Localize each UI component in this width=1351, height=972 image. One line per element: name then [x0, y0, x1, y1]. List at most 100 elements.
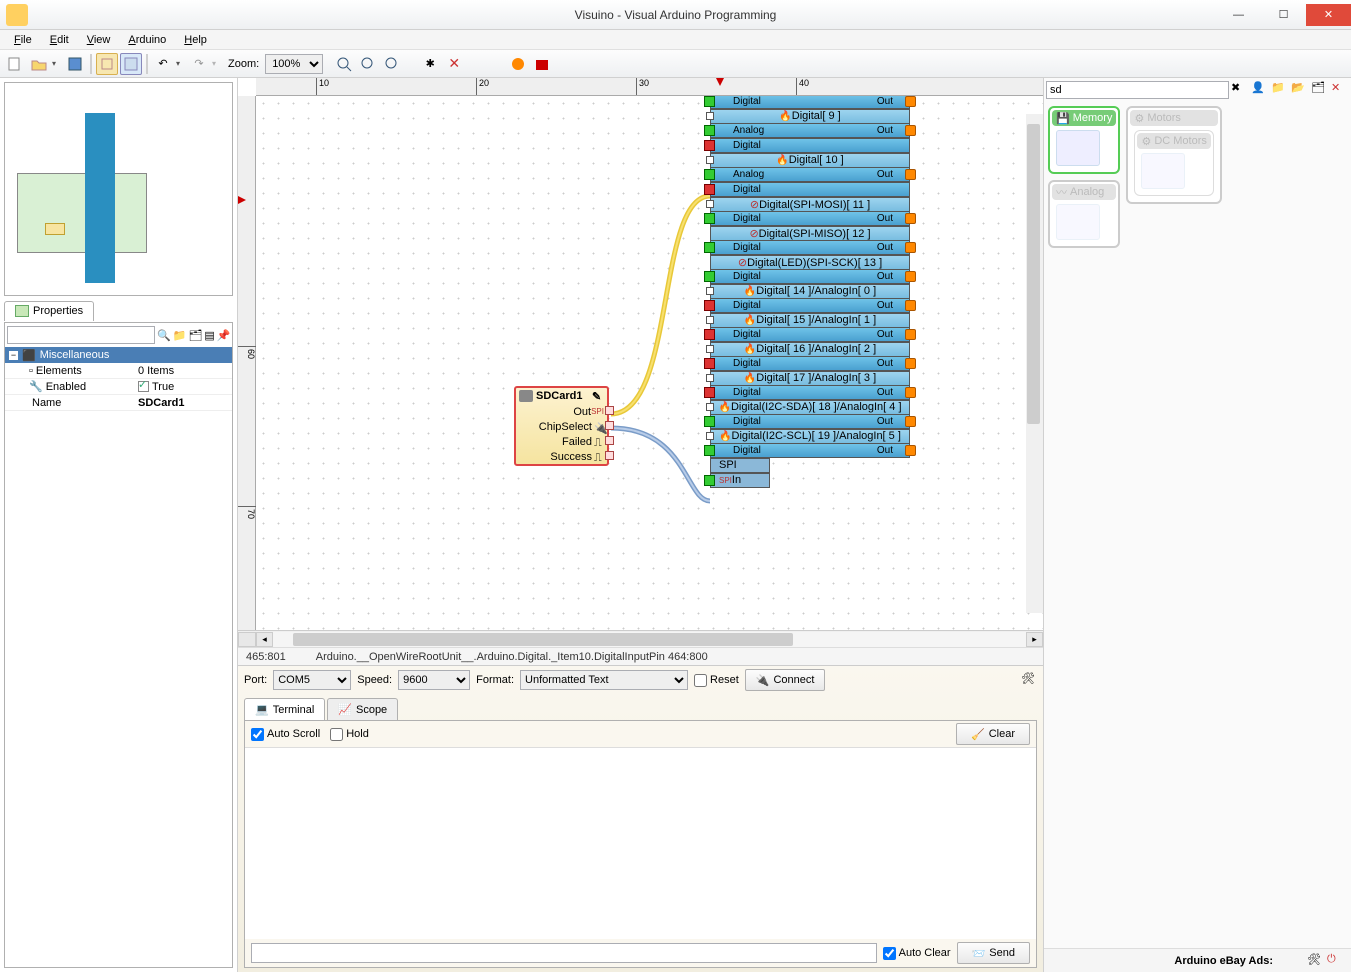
zoom-sel-button[interactable] — [381, 53, 403, 75]
undo-dropdown[interactable]: ▾ — [176, 59, 186, 68]
maximize-button[interactable]: ☐ — [1261, 4, 1306, 26]
upload-button[interactable] — [531, 53, 553, 75]
palette-filter-icon[interactable]: 👤 — [1251, 81, 1269, 99]
terminal-tab[interactable]: 💻Terminal — [244, 698, 325, 720]
target-button[interactable]: ✱ — [419, 53, 441, 75]
zoom-in-button[interactable] — [357, 53, 379, 75]
zoom-label: Zoom: — [228, 58, 259, 70]
ruler-horizontal: 10 20 30 40 — [256, 78, 1043, 96]
serial-tools-icon[interactable]: 🛠 — [1021, 672, 1037, 688]
format-select[interactable]: Unformatted Text — [520, 670, 688, 690]
titlebar: Visuino - Visual Arduino Programming — ☐… — [0, 0, 1351, 30]
sdcard-icon — [519, 390, 533, 402]
status-path: Arduino.__OpenWireRootUnit__.Arduino.Dig… — [316, 651, 708, 663]
palette-item-dcmotor[interactable] — [1141, 153, 1185, 189]
menu-edit[interactable]: Edit — [42, 32, 77, 48]
redo-dropdown[interactable]: ▾ — [212, 59, 222, 68]
palette-cat-analog[interactable]: 〰Analog — [1048, 180, 1120, 248]
overview-panel[interactable] — [4, 82, 233, 296]
palette-fold2-icon[interactable]: 📂 — [1291, 81, 1309, 99]
palette-cat-motors[interactable]: ⚙Motors ⚙DC Motors — [1126, 106, 1221, 204]
menu-arduino[interactable]: Arduino — [120, 32, 174, 48]
ads-power-icon[interactable]: ⏻ — [1327, 953, 1343, 969]
delete-button[interactable]: ✕ — [443, 53, 465, 75]
compile-button[interactable] — [507, 53, 529, 75]
palette-clear-icon[interactable]: ✖ — [1231, 81, 1249, 99]
terminal-output[interactable] — [245, 747, 1036, 939]
undo-button[interactable]: ↶ — [152, 53, 174, 75]
palette-item-analog[interactable] — [1056, 204, 1100, 240]
pan-button[interactable] — [96, 53, 118, 75]
close-button[interactable]: ✕ — [1306, 4, 1351, 26]
prop-row-elements[interactable]: ▫Elements 0 Items — [5, 363, 232, 379]
port-select[interactable]: COM5 — [273, 670, 351, 690]
properties-filter-input[interactable] — [7, 326, 155, 344]
minimize-button[interactable]: — — [1216, 4, 1261, 26]
port-label: Port: — [244, 674, 267, 686]
menubar: FFileile Edit View Arduino Help — [0, 30, 1351, 50]
palette-search-input[interactable] — [1046, 81, 1229, 99]
grid-button[interactable] — [120, 53, 142, 75]
sdcard-failed-pin[interactable] — [605, 436, 614, 445]
status-bar: 465:801 Arduino.__OpenWireRootUnit__.Ard… — [238, 647, 1043, 665]
send-input[interactable] — [251, 943, 877, 963]
edit-icon[interactable]: ✎ — [592, 390, 604, 402]
open-dropdown[interactable]: ▾ — [52, 59, 62, 68]
prop-row-name[interactable]: Name SDCard1 — [5, 395, 232, 411]
hold-checkbox[interactable]: Hold — [330, 728, 369, 741]
menu-file[interactable]: FFileile — [6, 32, 40, 48]
ads-label: Arduino eBay Ads: — [1174, 955, 1273, 967]
sdcard-out-pin[interactable] — [605, 406, 614, 415]
palette-panel: ✖ 👤 📁 📂 🗂 ✕ 💾Memory 〰Analog ⚙Motors — [1043, 78, 1351, 972]
prop-sort-icon[interactable]: 🗂 — [188, 326, 202, 344]
sdcard-success-pin[interactable] — [605, 451, 614, 460]
toolbar: ▾ ↶ ▾ ↷ ▾ Zoom: 100% ✱ ✕ — [0, 50, 1351, 78]
arduino-node[interactable]: DigitalOut 🔥Digital[ 9 ] AnalogOut Digit… — [710, 96, 910, 488]
send-button[interactable]: 📨Send — [957, 942, 1030, 964]
prop-row-enabled[interactable]: 🔧Enabled True — [5, 379, 232, 395]
vertical-scrollbar[interactable] — [1026, 114, 1043, 613]
speed-label: Speed: — [357, 674, 392, 686]
palette-del-icon[interactable]: ✕ — [1331, 81, 1349, 99]
prop-cat-icon[interactable]: 📁 — [173, 326, 187, 344]
save-button[interactable] — [64, 53, 86, 75]
palette-cat-memory[interactable]: 💾Memory — [1048, 106, 1120, 174]
connect-button[interactable]: 🔌Connect — [745, 669, 826, 691]
scope-tab[interactable]: 📈Scope — [327, 698, 398, 720]
window-title: Visuino - Visual Arduino Programming — [575, 8, 777, 22]
canvas[interactable]: SDCard1✎ OutSPI ChipSelect🔌 Failed⎍ Succ… — [256, 96, 1043, 630]
app-icon — [6, 4, 28, 26]
palette-fold3-icon[interactable]: 🗂 — [1311, 81, 1329, 99]
serial-panel: Port: COM5 Speed: 9600 Format: Unformatt… — [238, 665, 1043, 972]
sdcard-cs-pin[interactable] — [605, 421, 614, 430]
ruler-vertical: 60 70 — [238, 96, 256, 630]
speed-select[interactable]: 9600 — [398, 670, 470, 690]
prop-pin-icon[interactable]: 📌 — [217, 326, 231, 344]
reset-checkbox[interactable]: Reset — [694, 674, 739, 687]
menu-view[interactable]: View — [79, 32, 119, 48]
left-panel: Properties 🔍 📁 🗂 ▤ 📌 − ⬛ Miscellaneous ▫… — [0, 78, 238, 972]
redo-button[interactable]: ↷ — [188, 53, 210, 75]
sdcard-node[interactable]: SDCard1✎ OutSPI ChipSelect🔌 Failed⎍ Succ… — [514, 386, 609, 466]
properties-panel: 🔍 📁 🗂 ▤ 📌 − ⬛ Miscellaneous ▫Elements 0 … — [4, 322, 233, 968]
autoclear-checkbox[interactable]: Auto Clear — [883, 947, 951, 960]
status-coords: 465:801 — [246, 651, 286, 663]
properties-tab-label: Properties — [33, 305, 83, 317]
zoom-select[interactable]: 100% — [265, 54, 323, 74]
new-button[interactable] — [4, 53, 26, 75]
zoom-fit-button[interactable] — [333, 53, 355, 75]
prop-group-misc[interactable]: − ⬛ Miscellaneous — [5, 347, 232, 363]
properties-icon — [15, 305, 29, 317]
ads-tools-icon[interactable]: 🛠 — [1307, 953, 1323, 969]
palette-fold1-icon[interactable]: 📁 — [1271, 81, 1289, 99]
properties-tab[interactable]: Properties — [4, 301, 94, 321]
palette-item-sdcard[interactable] — [1056, 130, 1100, 166]
horizontal-scrollbar[interactable]: ◂▸ — [238, 630, 1043, 647]
prop-filter-icon[interactable]: 🔍 — [157, 326, 171, 344]
open-button[interactable] — [28, 53, 50, 75]
clear-button[interactable]: 🧹Clear — [956, 723, 1030, 745]
menu-help[interactable]: Help — [176, 32, 215, 48]
autoscroll-checkbox[interactable]: Auto Scroll — [251, 728, 320, 741]
prop-expand-icon[interactable]: ▤ — [204, 326, 214, 344]
format-label: Format: — [476, 674, 514, 686]
